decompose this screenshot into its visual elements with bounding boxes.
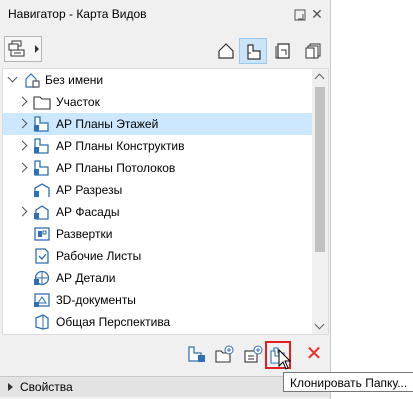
- interior-elevation-icon: [33, 226, 51, 242]
- tree-item-site[interactable]: Участок: [3, 91, 312, 113]
- tree-item-label: 3D-документы: [56, 293, 136, 307]
- view-map-tree: Без имени Участок АР Планы Этажей АР Пла…: [2, 68, 329, 335]
- tree-item-label: АР Детали: [56, 271, 116, 285]
- tree-item-label: АР Планы Конструктив: [56, 139, 185, 153]
- floor-plan-folder-icon: [33, 138, 51, 154]
- scroll-down-icon[interactable]: [312, 318, 328, 334]
- chevron-right-icon[interactable]: [17, 206, 28, 217]
- tree-item-label: АР Фасады: [56, 205, 120, 219]
- new-folder-icon: [215, 345, 234, 363]
- tree-item-label: Рабочие Листы: [56, 249, 142, 263]
- tree-item-label: АР Разрезы: [56, 183, 123, 197]
- layout-book-icon: [275, 43, 290, 59]
- navigator-palette: Навигатор - Карта Видов ✕ Без имени Учас…: [0, 0, 331, 399]
- tree-item-3d-documents[interactable]: 3D-документы: [3, 289, 312, 311]
- tree-item-sections[interactable]: АР Разрезы: [3, 179, 312, 201]
- palette-options-icon[interactable]: [293, 8, 309, 22]
- caret-right-icon: [8, 383, 13, 391]
- folder-icon: [33, 94, 51, 110]
- new-subset-icon: [244, 345, 263, 363]
- 3d-document-icon: [33, 292, 51, 308]
- tree-item-worksheets[interactable]: Рабочие Листы: [3, 245, 312, 267]
- section-folder-icon: [33, 182, 51, 198]
- floor-plan-folder-icon: [33, 160, 51, 176]
- tree-item-details[interactable]: АР Детали: [3, 267, 312, 289]
- mouse-cursor-icon: [278, 349, 292, 370]
- tree-root-row[interactable]: Без имени: [3, 69, 312, 91]
- house-icon: [218, 43, 234, 59]
- tree-item-elevations[interactable]: АР Фасады: [3, 201, 312, 223]
- save-view-icon: [188, 346, 205, 362]
- navigator-popup-icon: [8, 40, 25, 57]
- layout-book-button[interactable]: [269, 38, 297, 64]
- caret-right-icon: [35, 45, 39, 53]
- tree-item-floor-plans[interactable]: АР Планы Этажей: [3, 113, 312, 135]
- tree-item-label: Общая Перспектива: [56, 315, 171, 329]
- chevron-right-icon[interactable]: [17, 96, 28, 107]
- chevron-right-icon[interactable]: [17, 118, 28, 129]
- tooltip: Клонировать Папку...: [283, 372, 413, 392]
- project-map-button[interactable]: [212, 38, 240, 64]
- save-view-button[interactable]: [184, 343, 208, 365]
- tree-item-label: Развертки: [56, 227, 113, 241]
- scroll-up-icon[interactable]: [312, 69, 328, 85]
- tree-item-label: Участок: [56, 95, 100, 109]
- tree-root-label: Без имени: [45, 73, 104, 87]
- elevation-folder-icon: [33, 204, 51, 220]
- chevron-down-icon[interactable]: [7, 72, 18, 83]
- chevron-right-icon[interactable]: [17, 140, 28, 151]
- tree-scrollbar[interactable]: [312, 69, 328, 334]
- view-map-icon: [247, 44, 261, 60]
- new-subset-button[interactable]: [241, 343, 265, 365]
- title-bar: Навигатор - Карта Видов ✕: [0, 0, 330, 28]
- publisher-sets-button[interactable]: [299, 38, 327, 64]
- perspective-icon: [33, 314, 51, 330]
- tree-item-interior-elevations[interactable]: Развертки: [3, 223, 312, 245]
- navigator-popup-button[interactable]: [4, 36, 42, 62]
- publisher-icon: [305, 43, 321, 59]
- floor-plan-folder-icon: [33, 116, 51, 132]
- map-toolbar: [0, 28, 330, 68]
- scroll-thumb[interactable]: [315, 87, 325, 252]
- delete-button[interactable]: ✕: [302, 343, 326, 365]
- tree-item-label: АР Планы Этажей: [56, 117, 159, 131]
- close-icon[interactable]: ✕: [310, 7, 324, 21]
- properties-section[interactable]: Свойства: [0, 376, 330, 397]
- tree-item-ceiling-plans[interactable]: АР Планы Потолоков: [3, 157, 312, 179]
- worksheet-icon: [33, 248, 51, 264]
- chevron-right-icon[interactable]: [17, 162, 28, 173]
- view-map-root-icon: [23, 72, 41, 88]
- properties-label: Свойства: [20, 380, 73, 394]
- window-title: Навигатор - Карта Видов: [8, 7, 147, 21]
- detail-icon: [33, 270, 51, 286]
- tree-item-perspective[interactable]: Общая Перспектива: [3, 311, 312, 333]
- tree-item-label: АР Планы Потолоков: [56, 161, 176, 175]
- new-folder-button[interactable]: [212, 343, 236, 365]
- view-map-button[interactable]: [239, 38, 267, 64]
- tree-item-structural-plans[interactable]: АР Планы Конструктив: [3, 135, 312, 157]
